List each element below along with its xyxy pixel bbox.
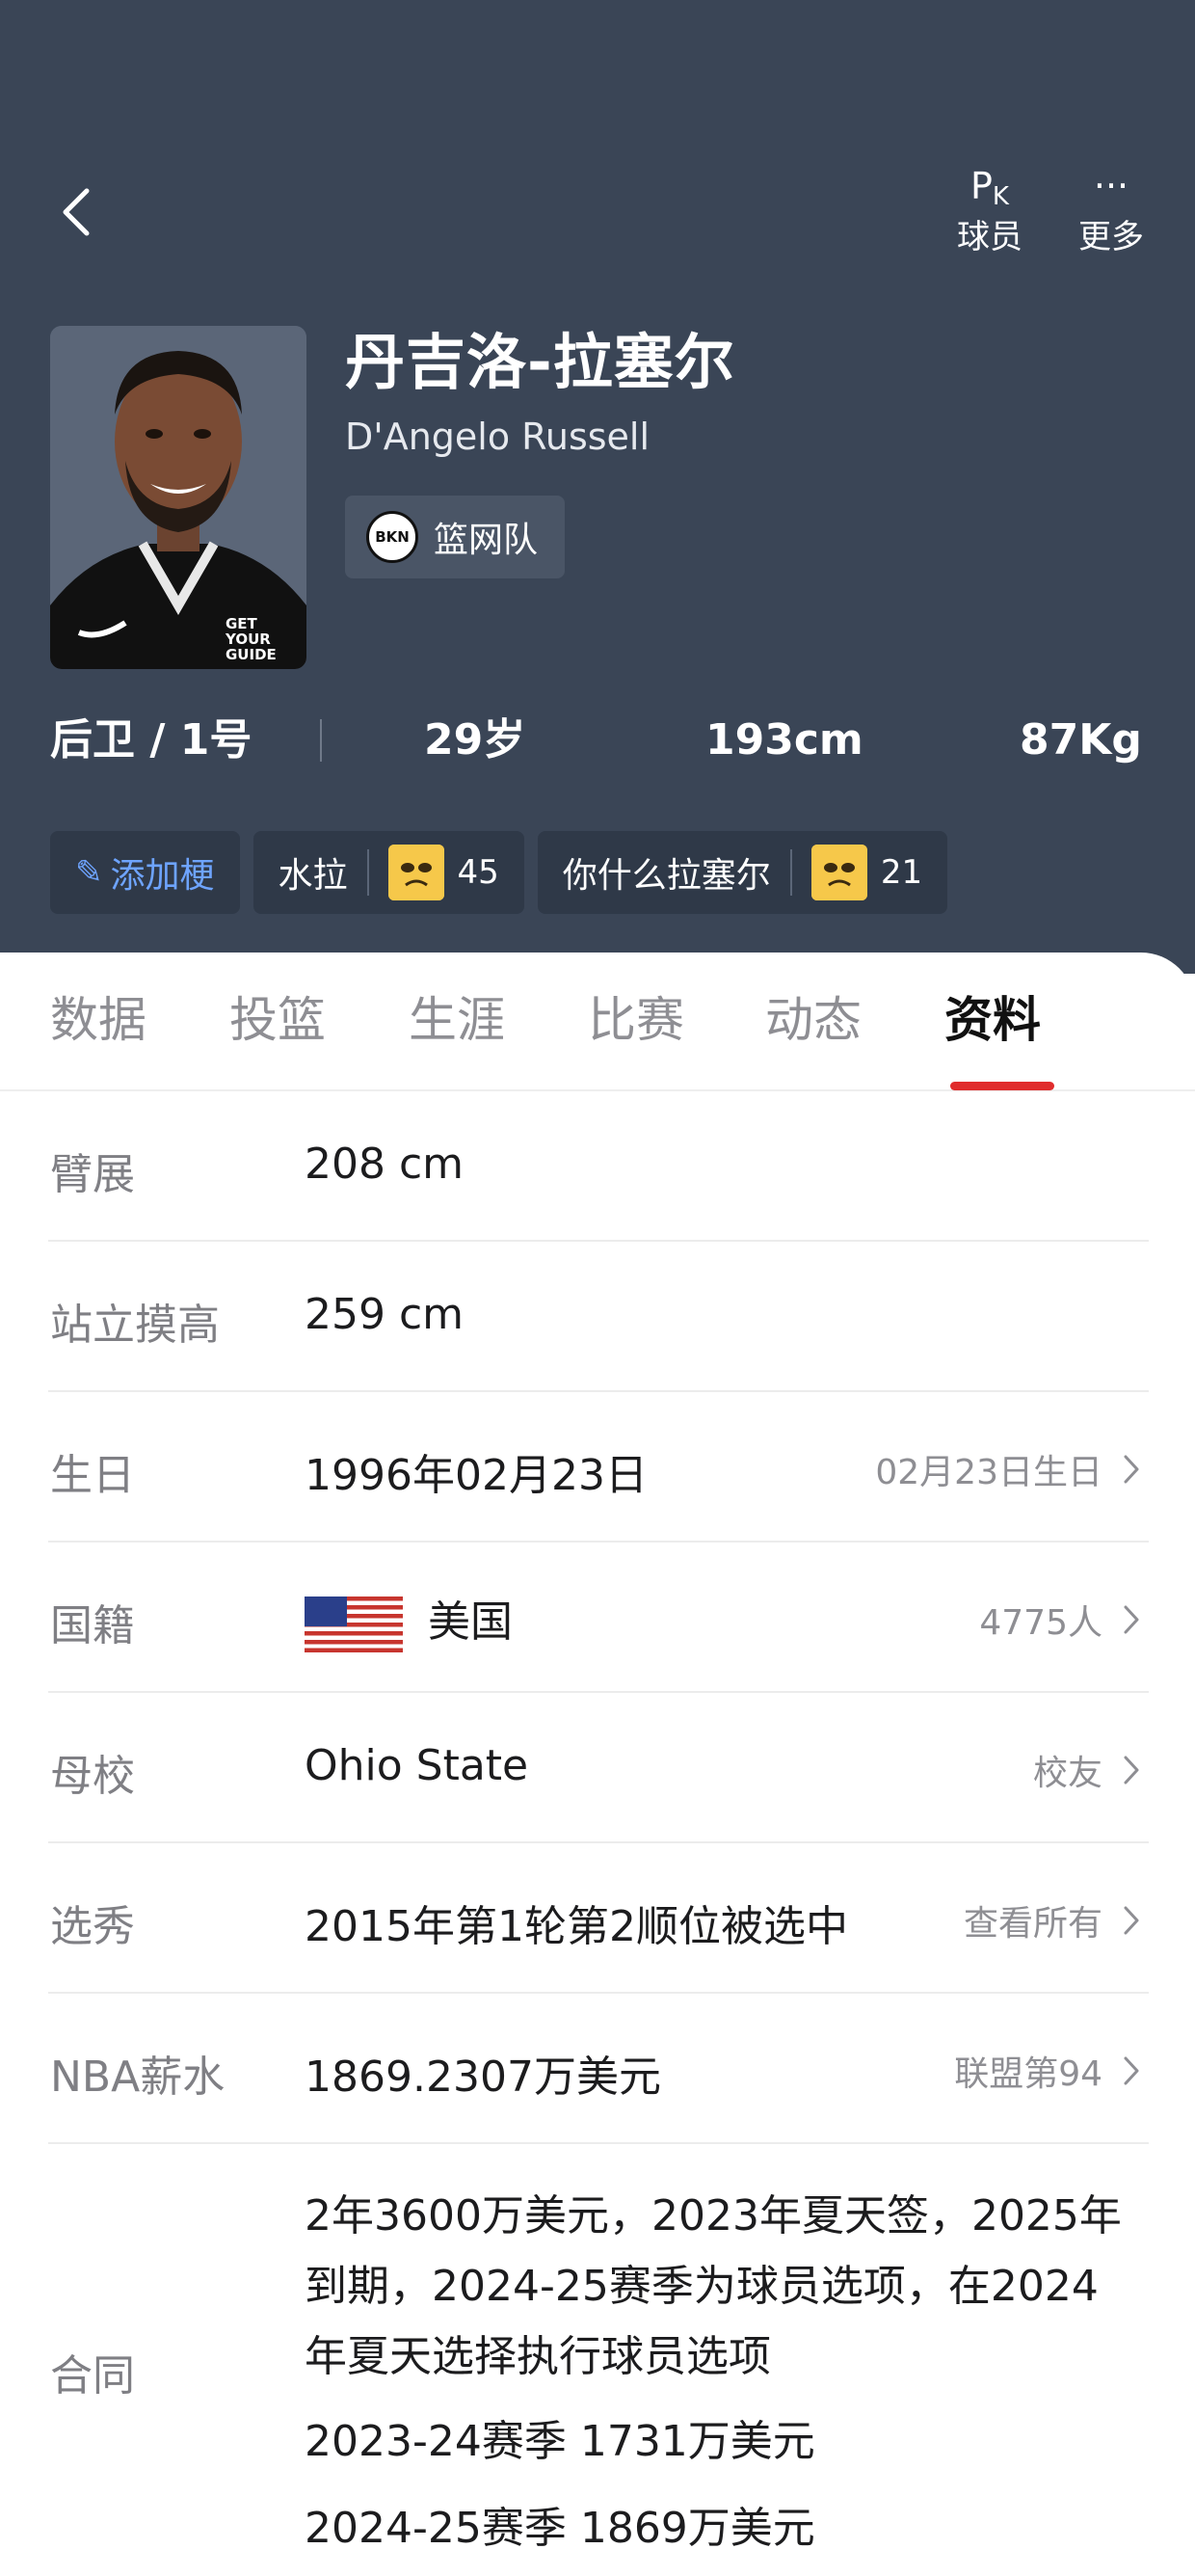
tab-stats[interactable]: 数据 [50,989,146,1051]
row-key: 臂展 [50,1150,135,1199]
pencil-icon: ✎ [75,853,103,892]
contract-season-salary: 2023-24赛季 1731万美元 [305,2417,815,2466]
emoji-face-icon [810,845,867,900]
add-tag-button[interactable]: ✎ 添加梗 [50,831,240,914]
row-draft[interactable]: 选秀 2015年第1轮第2顺位被选中 查看所有 [48,1843,1149,1994]
tab-career[interactable]: 生涯 [409,989,505,1051]
row-value: 208 cm [305,1140,465,1189]
row-key: 选秀 [50,1902,135,1951]
tag-divider [789,849,792,896]
contract-line: 2年3600万美元，2023年夏天签，2025年 [305,2191,1122,2241]
row-link-text: 查看所有 [963,1904,1102,1944]
row-value: Ohio State [305,1741,529,1790]
row-salary[interactable]: NBA薪水 1869.2307万美元 联盟第94 [48,1994,1149,2144]
contract-key: 合同 [50,2351,135,2401]
position-number: 后卫 / 1号 [50,715,252,765]
player-avatar: GET YOUR GUIDE [50,326,306,669]
row-key: 母校 [50,1752,135,1801]
draft-link[interactable]: 查看所有 [964,1895,1141,1945]
meme-tag[interactable]: 你什么拉塞尔 21 [537,831,948,914]
meme-tags: ✎ 添加梗 水拉 45 你什么拉塞尔 21 [50,831,961,914]
contract-line: 到期，2024-25赛季为球员选项，在2024 [305,2262,1099,2311]
back-button[interactable] [54,183,100,241]
row-nationality[interactable]: 国籍 美国 4775人 [48,1543,1149,1693]
contract-line: 年夏天选择执行球员选项 [305,2332,771,2381]
us-flag-icon [305,1597,403,1652]
active-tab-indicator [950,1082,1054,1090]
team-chip[interactable]: BKN 篮网队 [345,496,566,578]
tab-profile[interactable]: 资料 [944,989,1041,1051]
contract-season-salary: 2024-25赛季 1869万美元 [305,2504,815,2553]
tag-divider [366,849,369,896]
row-reach: 站立摸高 259 cm [48,1242,1149,1392]
pk-glyph-sub: K [992,182,1009,211]
row-birthday[interactable]: 生日 1996年02月23日 02月23日生日 [48,1392,1149,1543]
chevron-right-icon [1124,1605,1139,1634]
row-link-text: 联盟第94 [954,2054,1102,2094]
row-value: 1869.2307万美元 [305,2053,661,2102]
college-link[interactable]: 校友 [1033,1745,1141,1795]
row-value: 2015年第1轮第2顺位被选中 [305,1902,848,1951]
row-key: 站立摸高 [50,1301,220,1350]
emoji-face-icon [387,845,444,900]
team-logo: BKN [366,511,418,563]
row-value: 美国 [428,1597,513,1647]
player-name-cn: 丹吉洛-拉塞尔 [345,327,735,397]
player-header: PK 球员 ··· 更多 GET YOUR GUIDE 丹吉洛-拉塞尔 D'An… [0,0,1195,974]
meme-tag-label: 水拉 [278,856,348,896]
row-key: NBA薪水 [50,2053,226,2102]
chevron-right-icon [1124,1906,1139,1935]
weight: 87Kg [1020,715,1142,765]
stats-divider [320,719,322,762]
tab-feed[interactable]: 动态 [765,989,862,1051]
more-icon: ··· [1093,165,1129,207]
add-tag-label: 添加梗 [110,856,215,896]
tab-shooting[interactable]: 投篮 [229,989,326,1051]
row-key: 国籍 [50,1601,135,1650]
pk-label: 球员 [957,218,1022,256]
height: 193cm [705,715,863,765]
meme-tag-count: 21 [880,853,923,892]
pk-button[interactable]: PK 球员 [946,162,1033,258]
team-name: 篮网队 [434,521,539,560]
meme-tag-label: 你什么拉塞尔 [562,856,771,896]
birthday-link[interactable]: 02月23日生日 [875,1444,1141,1494]
more-button[interactable]: ··· 更多 [1068,162,1155,258]
player-stats-bar: 后卫 / 1号 29岁 193cm 87Kg [0,702,1195,779]
salary-link[interactable]: 联盟第94 [954,2046,1141,2096]
row-value: 259 cm [305,1290,465,1339]
player-photo: GET YOUR GUIDE [50,326,306,669]
tab-bar: 数据 投篮 生涯 比赛 动态 资料 [0,953,1195,1091]
meme-tag-count: 45 [457,853,499,892]
pk-glyph: P [970,165,993,207]
row-key: 生日 [50,1451,135,1500]
chevron-left-icon [63,188,90,236]
chevron-right-icon [1124,1756,1139,1784]
pk-icon: PK [946,162,1033,211]
jersey-text: GUIDE [226,646,277,663]
row-link-text: 02月23日生日 [875,1453,1102,1492]
row-link-text: 4775人 [979,1603,1102,1643]
row-value-wrap: 美国 [305,1587,513,1652]
row-value: 1996年02月23日 [305,1451,648,1500]
age: 29岁 [424,715,526,765]
row-college[interactable]: 母校 Ohio State 校友 [48,1693,1149,1843]
row-wingspan: 臂展 208 cm [48,1091,1149,1242]
more-label: 更多 [1078,218,1144,256]
player-name-en: D'Angelo Russell [345,416,651,458]
chevron-right-icon [1124,2056,1139,2085]
meme-tag[interactable]: 水拉 45 [252,831,524,914]
chevron-right-icon [1124,1455,1139,1484]
row-link-text: 校友 [1032,1754,1102,1793]
tab-games[interactable]: 比赛 [588,989,684,1051]
nationality-link[interactable]: 4775人 [979,1595,1141,1645]
